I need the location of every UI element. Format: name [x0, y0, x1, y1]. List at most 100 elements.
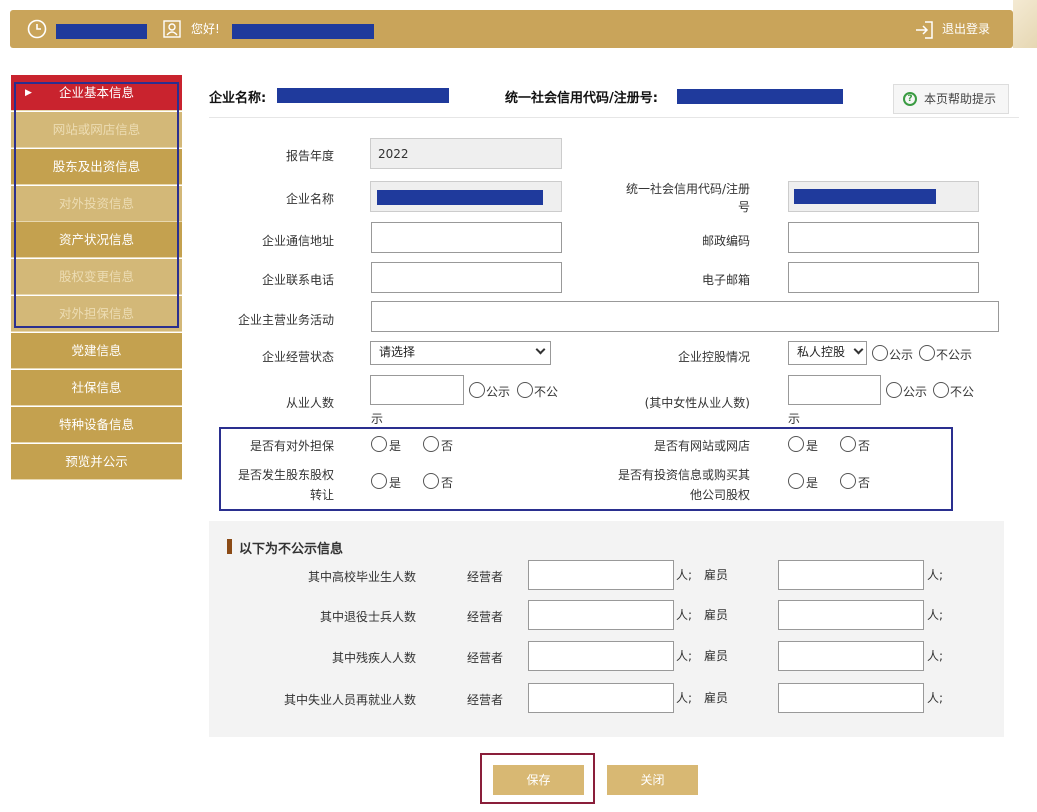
equity-transfer-label-line1: 是否发生股东股权: [237, 468, 334, 482]
investment-label-line2: 他公司股权: [689, 488, 750, 502]
non-public-row-label: 其中失业人员再就业人数: [283, 693, 416, 707]
sidebar-item-special-equipment[interactable]: 特种设备信息: [11, 407, 182, 443]
question-circle-icon: ?: [903, 92, 917, 106]
employee-label: 雇员: [704, 608, 729, 622]
investment-no-radio[interactable]: [840, 473, 856, 489]
employees-input[interactable]: [370, 375, 464, 405]
credit-code-field: [788, 181, 979, 212]
website-yes-radio[interactable]: [788, 436, 804, 452]
close-button[interactable]: 关闭: [607, 765, 698, 795]
unit-separator: 人;: [676, 608, 693, 622]
credit-code-field-label-line1: 统一社会信用代码/注册: [625, 182, 750, 196]
sidebar-item-investment[interactable]: 对外投资信息: [11, 186, 182, 222]
operator-count-input[interactable]: [528, 641, 674, 671]
employees-not-public-radio[interactable]: [517, 382, 533, 398]
equity-transfer-no-label: 否: [441, 476, 454, 490]
phone-label: 企业联系电话: [261, 273, 334, 287]
credit-code-label: 统一社会信用代码/注册号:: [505, 91, 658, 106]
holding-value: 私人控股: [797, 345, 846, 359]
equity-transfer-no-radio[interactable]: [423, 473, 439, 489]
equity-transfer-yes-label: 是: [389, 476, 402, 490]
employee-label: 雇员: [704, 649, 729, 663]
help-tips-button[interactable]: ? 本页帮助提示: [893, 84, 1009, 114]
sidebar-item-shareholder[interactable]: 股东及出资信息: [11, 149, 182, 185]
header-divider: [209, 117, 1019, 118]
employees-not-public-label-part2: 示: [371, 412, 384, 426]
postal-code-input[interactable]: [788, 222, 979, 253]
company-name-field: [370, 181, 562, 212]
employee-count-input[interactable]: [778, 560, 924, 590]
header-decoration: [1013, 0, 1037, 48]
clock-icon: [27, 19, 47, 39]
sidebar-item-label: 特种设备信息: [58, 417, 134, 432]
non-public-row-label: 其中退役士兵人数: [319, 610, 416, 624]
unit-separator: 人;: [676, 691, 693, 705]
sidebar-item-label: 对外担保信息: [58, 306, 134, 321]
report-year-label: 报告年度: [285, 149, 334, 163]
sidebar-item-basic[interactable]: ▶ 企业基本信息: [11, 75, 182, 111]
website-yes-label: 是: [806, 439, 819, 453]
equity-transfer-label-line2: 转让: [309, 488, 334, 502]
guarantee-label: 是否有对外担保: [249, 439, 334, 453]
website-no-label: 否: [858, 439, 871, 453]
redacted-credit-code: [677, 89, 843, 104]
operator-count-input[interactable]: [528, 560, 674, 590]
operator-label: 经营者: [466, 610, 503, 624]
employee-count-input[interactable]: [778, 641, 924, 671]
investment-yes-label: 是: [806, 476, 819, 490]
holding-public-label: 公示: [889, 348, 914, 362]
holding-public-radio[interactable]: [872, 345, 888, 361]
sidebar-item-label: 对外投资信息: [58, 196, 134, 211]
redacted-company-name-value: [377, 190, 543, 205]
logout-icon[interactable]: [914, 20, 934, 40]
email-input[interactable]: [788, 262, 979, 293]
investment-label-line1: 是否有投资信息或购买其: [617, 468, 750, 482]
holding-label: 企业控股情况: [677, 350, 750, 364]
logout-button[interactable]: 退出登录: [942, 10, 990, 48]
holding-select[interactable]: 私人控股: [788, 341, 867, 365]
greeting-text: 您好!: [191, 22, 220, 36]
sidebar-item-label: 股权变更信息: [58, 269, 134, 284]
sidebar-item-website[interactable]: 网站或网店信息: [11, 112, 182, 148]
sidebar-item-label: 资产状况信息: [58, 232, 134, 247]
operating-status-label: 企业经营状态: [261, 350, 334, 364]
website-label: 是否有网站或网店: [653, 439, 750, 453]
employee-count-input[interactable]: [778, 600, 924, 630]
operator-count-input[interactable]: [528, 683, 674, 713]
save-button[interactable]: 保存: [493, 765, 584, 795]
employees-label: 从业人数: [285, 396, 334, 410]
sidebar-item-party[interactable]: 党建信息: [11, 333, 182, 369]
phone-input[interactable]: [371, 262, 562, 293]
operating-status-value: 请选择: [379, 345, 416, 359]
female-public-radio[interactable]: [886, 382, 902, 398]
operator-label: 经营者: [466, 651, 503, 665]
operating-status-select[interactable]: 请选择: [370, 341, 551, 365]
guarantee-yes-label: 是: [389, 439, 402, 453]
website-no-radio[interactable]: [840, 436, 856, 452]
sidebar-item-label: 预览并公示: [65, 454, 128, 469]
sidebar-item-preview[interactable]: 预览并公示: [11, 444, 182, 480]
sidebar-item-label: 股东及出资信息: [52, 159, 141, 174]
female-not-public-radio[interactable]: [933, 382, 949, 398]
guarantee-yes-radio[interactable]: [371, 436, 387, 452]
female-public-label: 公示: [903, 385, 928, 399]
equity-transfer-yes-radio[interactable]: [371, 473, 387, 489]
sidebar-item-equity-change[interactable]: 股权变更信息: [11, 259, 182, 295]
investment-yes-radio[interactable]: [788, 473, 804, 489]
unit-label: 人;: [927, 568, 944, 582]
employee-count-input[interactable]: [778, 683, 924, 713]
sidebar-item-social-security[interactable]: 社保信息: [11, 370, 182, 406]
sidebar-item-guarantee[interactable]: 对外担保信息: [11, 296, 182, 332]
employees-public-radio[interactable]: [469, 382, 485, 398]
sidebar-item-assets[interactable]: 资产状况信息: [11, 222, 182, 258]
main-business-input[interactable]: [371, 301, 999, 332]
redacted-credit-code-value: [794, 189, 936, 204]
address-input[interactable]: [371, 222, 562, 253]
female-employees-input[interactable]: [788, 375, 881, 405]
employee-label: 雇员: [704, 568, 729, 582]
holding-not-public-radio[interactable]: [919, 345, 935, 361]
operator-count-input[interactable]: [528, 600, 674, 630]
postal-code-label: 邮政编码: [701, 234, 750, 248]
guarantee-no-radio[interactable]: [423, 436, 439, 452]
main-business-label: 企业主营业务活动: [237, 313, 334, 327]
